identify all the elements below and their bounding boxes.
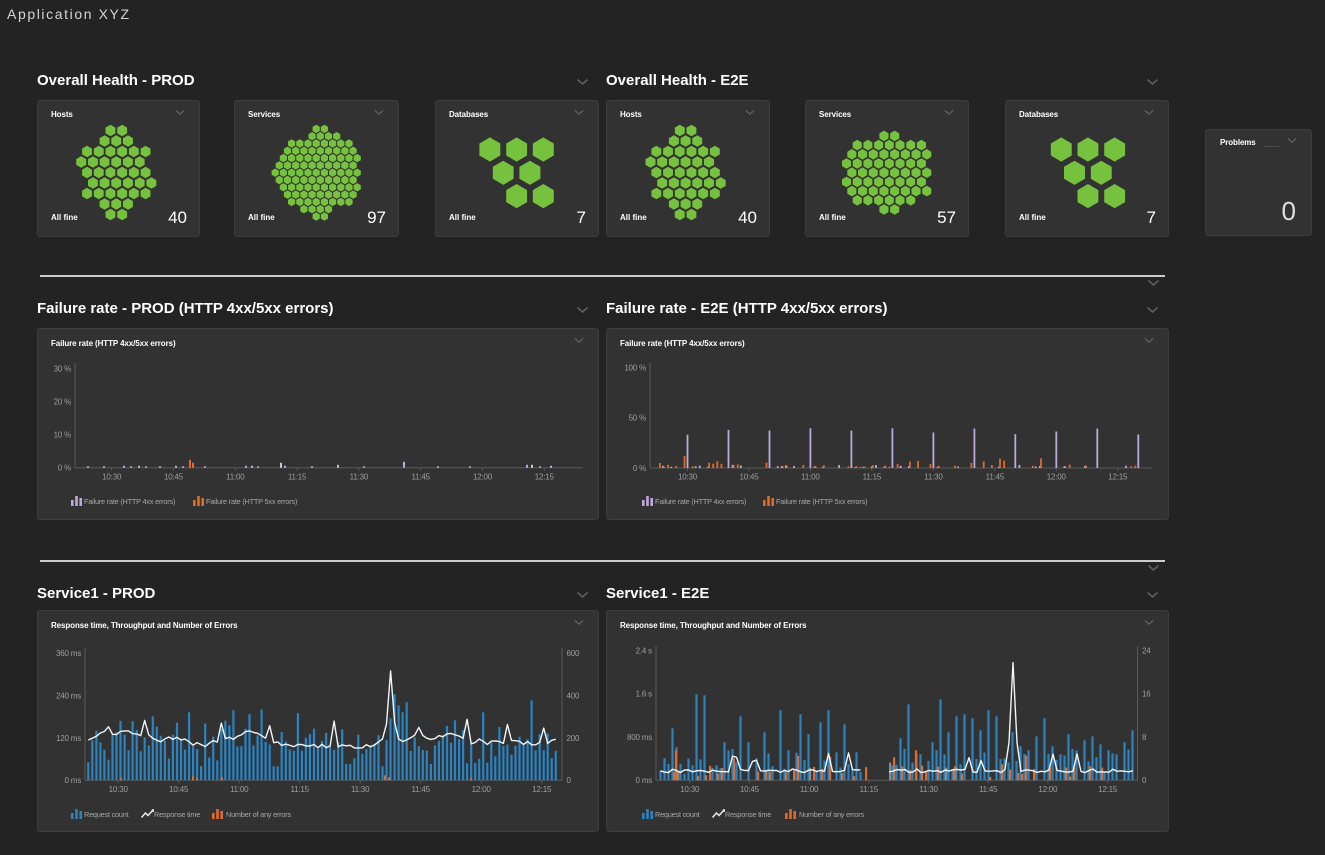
svg-text:12:15: 12:15: [1098, 785, 1118, 794]
svg-text:11:45: 11:45: [979, 785, 998, 794]
svg-text:8: 8: [1142, 733, 1147, 742]
svg-text:16: 16: [1142, 690, 1151, 699]
svg-text:11:00: 11:00: [800, 785, 819, 794]
svg-text:10:45: 10:45: [740, 785, 760, 794]
svg-text:0 ms: 0 ms: [635, 776, 652, 785]
svg-text:11:15: 11:15: [860, 785, 879, 794]
svg-text:2.4 s: 2.4 s: [636, 647, 653, 656]
svg-text:10:30: 10:30: [680, 785, 700, 794]
svg-text:11:30: 11:30: [919, 785, 938, 794]
svg-text:12:00: 12:00: [1038, 785, 1058, 794]
svg-text:800 ms: 800 ms: [627, 733, 652, 742]
svg-text:1.6 s: 1.6 s: [636, 690, 653, 699]
svg-text:24: 24: [1142, 647, 1151, 656]
svg-text:0: 0: [1142, 776, 1147, 785]
